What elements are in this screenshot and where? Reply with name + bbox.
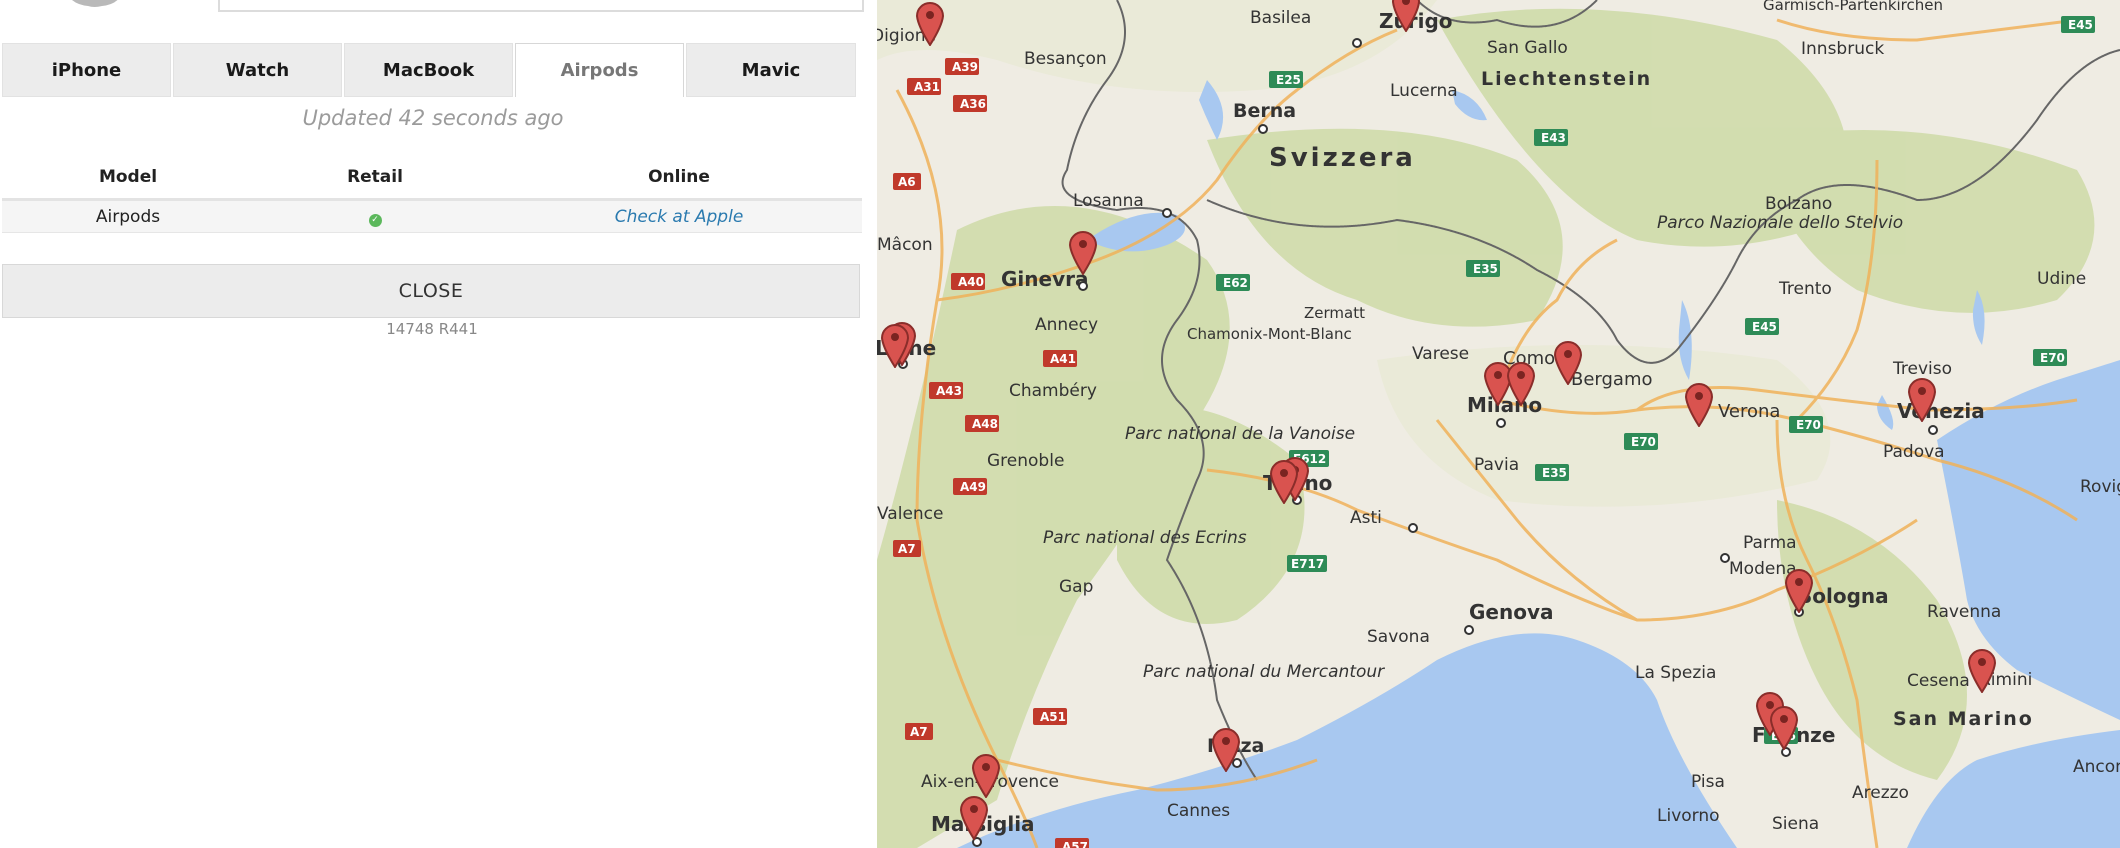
header-retail: Retail [347,167,403,187]
online-cell: Check at Apple [496,207,862,227]
search-input[interactable] [218,0,864,12]
check-at-apple-link[interactable]: Check at Apple [615,207,744,227]
availability-table: Model Retail Online Airpods ✓ Check at A… [2,156,862,233]
tab-mavic[interactable]: Mavic [686,43,856,97]
availability-panel: iPhone Watch MacBook Airpods Mavic Updat… [0,0,877,848]
store-code: 14748 R441 [386,320,478,338]
header-model: Model [98,167,158,187]
tab-macbook[interactable]: MacBook [344,43,513,97]
updated-status: Updated 42 seconds ago [302,106,564,130]
table-header: Model Retail Online [2,156,862,201]
retail-cell: ✓ [254,207,496,227]
model-cell: Airpods [95,206,161,227]
store-map[interactable]: Svizzera Liechtenstein San Marino Milano… [877,0,2120,848]
product-tabs: iPhone Watch MacBook Airpods Mavic [2,43,860,99]
tab-watch[interactable]: Watch [173,43,342,97]
tab-iphone[interactable]: iPhone [2,43,171,97]
tab-airpods[interactable]: Airpods [515,43,684,97]
map-canvas [877,0,2120,848]
header-online: Online [648,167,710,187]
available-check-icon: ✓ [368,213,382,227]
apple-logo-icon [72,0,118,7]
close-button[interactable]: CLOSE [2,264,860,318]
table-row: Airpods ✓ Check at Apple [2,201,862,233]
